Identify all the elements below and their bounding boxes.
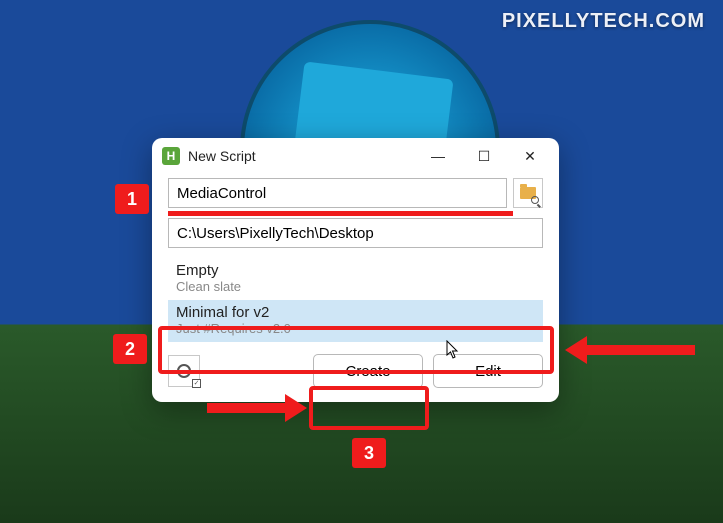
- titlebar: H New Script — ☐ ✕: [152, 138, 559, 174]
- template-item-minimal-v2[interactable]: Minimal for v2 Just #Requires v2.0: [168, 300, 543, 342]
- path-input[interactable]: [168, 218, 543, 248]
- template-item-empty[interactable]: Empty Clean slate: [168, 258, 543, 300]
- annotation-badge-2: 2: [113, 334, 147, 364]
- minimize-button[interactable]: —: [415, 141, 461, 171]
- close-button[interactable]: ✕: [507, 141, 553, 171]
- annotation-badge-3: 3: [352, 438, 386, 468]
- annotation-arrow-right: [565, 336, 695, 364]
- watermark-text: PIXELLYTECH.COM: [502, 10, 705, 33]
- edit-button[interactable]: Edit: [433, 354, 543, 388]
- template-subtitle: Clean slate: [176, 279, 535, 294]
- template-title: Empty: [176, 262, 535, 279]
- template-list: Empty Clean slate Minimal for v2 Just #R…: [168, 258, 543, 342]
- new-script-dialog: H New Script — ☐ ✕ Empty Clean slate Min…: [152, 138, 559, 402]
- template-title: Minimal for v2: [176, 304, 535, 321]
- template-subtitle: Just #Requires v2.0: [176, 321, 535, 336]
- create-button[interactable]: Create: [313, 354, 423, 388]
- magnify-icon: [531, 196, 539, 204]
- app-icon: H: [162, 147, 180, 165]
- annotation-badge-1: 1: [115, 184, 149, 214]
- window-title: New Script: [188, 148, 415, 164]
- gear-icon: [177, 364, 191, 378]
- script-name-input[interactable]: [168, 178, 507, 208]
- checkbox-icon: ✓: [192, 379, 201, 388]
- settings-button[interactable]: ✓: [168, 355, 200, 387]
- browse-button[interactable]: [513, 178, 543, 208]
- maximize-button[interactable]: ☐: [461, 141, 507, 171]
